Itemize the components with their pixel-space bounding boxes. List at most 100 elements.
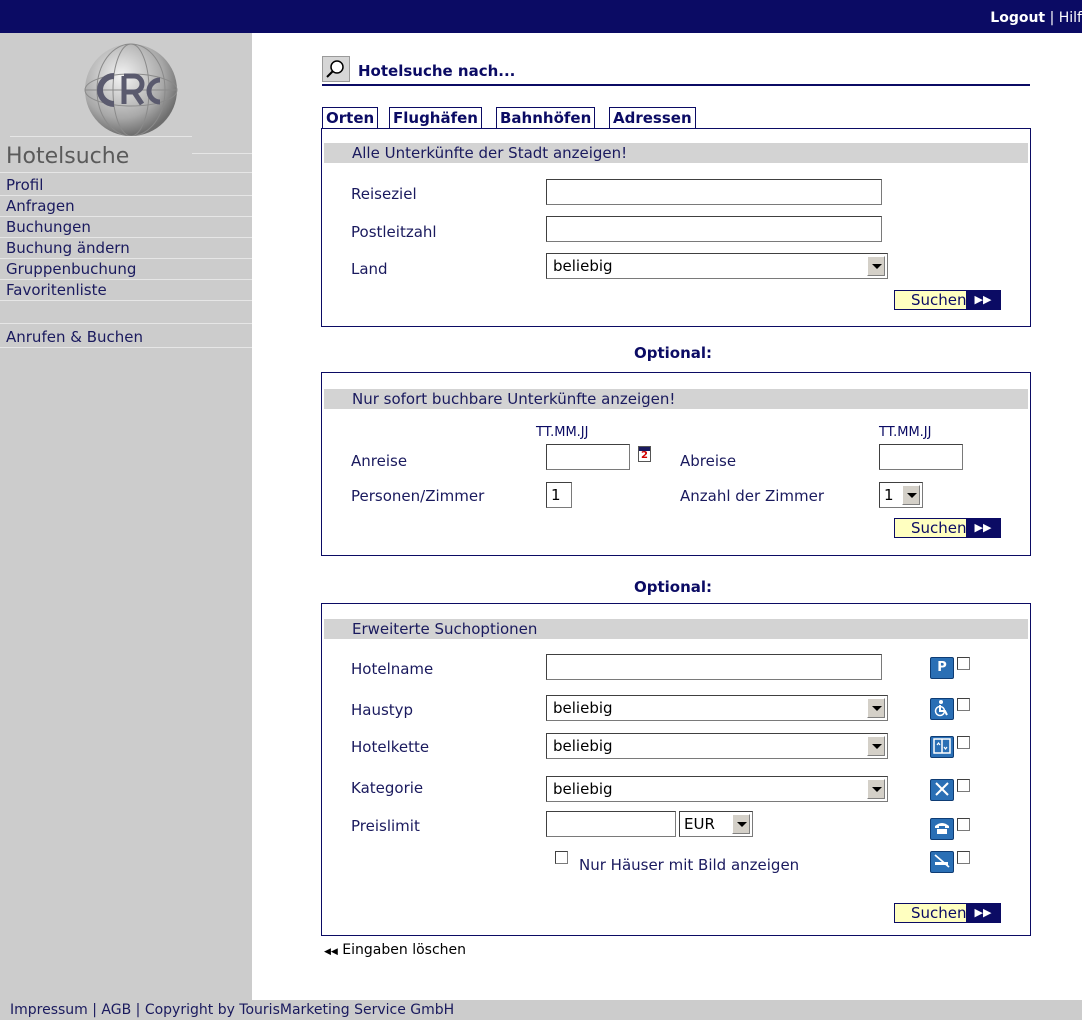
search-button-extended[interactable]: Suchen ▶▶ (894, 903, 1001, 923)
persons-input[interactable] (546, 482, 572, 508)
chevron-down-icon[interactable] (732, 814, 750, 834)
tab-bahnhoefen[interactable]: Bahnhöfen (496, 107, 596, 129)
no-smoking-checkbox[interactable] (957, 851, 970, 864)
fast-forward-icon: ▶▶ (966, 519, 1000, 537)
postleitzahl-input[interactable] (546, 216, 882, 242)
divider (0, 195, 252, 196)
persons-label: Personen/Zimmer (351, 487, 485, 505)
sidebar-item-gruppenbuchung[interactable]: Gruppenbuchung (6, 260, 136, 278)
divider (0, 172, 252, 173)
wheelchair-icon (930, 698, 954, 720)
sidebar-item-anfragen[interactable]: Anfragen (6, 197, 75, 215)
footer: Impressum | AGB | Copyright by TourisMar… (0, 1000, 1082, 1020)
hotelkette-select-value: beliebig (553, 737, 613, 755)
search-header: Hotelsuche nach... (322, 56, 1030, 86)
divider (0, 258, 252, 259)
haustyp-select[interactable]: beliebig (546, 695, 888, 721)
anreise-label: Anreise (351, 452, 408, 470)
photo-only-label: Nur Häuser mit Bild anzeigen (579, 856, 800, 874)
abreise-input[interactable] (879, 444, 963, 470)
restaurant-icon (930, 779, 954, 801)
chevron-down-icon[interactable] (867, 698, 885, 718)
sidebar-item-buchungen[interactable]: Buchungen (6, 218, 91, 236)
calendar-icon-number: 2 (641, 450, 648, 461)
footer-text[interactable]: Impressum | AGB | Copyright by TourisMar… (10, 1002, 454, 1018)
search-button-availability[interactable]: Suchen ▶▶ (894, 518, 1001, 538)
reset-label: Eingaben löschen (342, 942, 466, 958)
preislimit-label: Preislimit (351, 817, 420, 835)
availability-panel: Nur sofort buchbare Unterkünfte anzeigen… (321, 372, 1031, 556)
chevron-down-icon[interactable] (902, 485, 920, 505)
rooms-select-value: 1 (884, 486, 894, 504)
haustyp-select-value: beliebig (553, 699, 613, 717)
sidebar-item-buchung-aendern[interactable]: Buchung ändern (6, 239, 130, 257)
reiseziel-input[interactable] (546, 179, 882, 205)
rooms-label: Anzahl der Zimmer (680, 487, 825, 505)
tab-adressen[interactable]: Adressen (609, 107, 696, 129)
land-select-value: beliebig (553, 257, 613, 275)
sidebar-item-profil[interactable]: Profil (6, 176, 43, 194)
search-button-label: Suchen (911, 904, 967, 922)
wheelchair-checkbox[interactable] (957, 698, 970, 711)
separator: | (1049, 10, 1055, 26)
calendar-icon[interactable]: 2 (638, 446, 651, 462)
telephone-icon (930, 818, 954, 840)
land-label: Land (351, 260, 388, 278)
currency-select-value: EUR (684, 815, 715, 833)
sidebar-item-favoritenliste[interactable]: Favoritenliste (6, 281, 107, 299)
reiseziel-label: Reiseziel (351, 185, 417, 203)
optional-label: Optional: (634, 578, 713, 596)
logo-divider (10, 136, 192, 137)
haustyp-label: Haustyp (351, 701, 414, 719)
photo-only-checkbox[interactable] (555, 851, 568, 864)
divider (0, 237, 252, 238)
abreise-label: Abreise (680, 452, 737, 470)
sidebar-item-anrufen-buchen[interactable]: Anrufen & Buchen (6, 328, 143, 346)
divider (0, 216, 252, 217)
top-bar: Logout | Hilf (0, 0, 1082, 33)
date-format-hint: TT.MM.JJ (879, 425, 932, 440)
extended-panel: Erweiterte Suchoptionen Hotelname Hausty… (321, 603, 1031, 936)
no-smoking-icon (930, 851, 954, 873)
location-panel-heading: Alle Unterkünfte der Stadt anzeigen! (324, 143, 1028, 163)
top-links: Logout | Hilf (990, 10, 1082, 26)
search-button-location[interactable]: Suchen ▶▶ (894, 290, 1001, 310)
availability-panel-heading: Nur sofort buchbare Unterkünfte anzeigen… (324, 389, 1028, 409)
page-title: Hotelsuche nach... (358, 62, 516, 80)
preislimit-input[interactable] (546, 811, 676, 837)
help-link[interactable]: Hilf (1059, 10, 1082, 26)
kategorie-label: Kategorie (351, 779, 424, 797)
chevron-down-icon[interactable] (867, 256, 885, 276)
hotelname-input[interactable] (546, 654, 882, 680)
divider (0, 347, 252, 348)
optional-label: Optional: (634, 344, 713, 362)
location-panel: Alle Unterkünfte der Stadt anzeigen! Rei… (321, 128, 1031, 327)
reset-link[interactable]: ◀◀ Eingaben löschen (324, 942, 466, 958)
search-button-label: Suchen (911, 291, 967, 309)
divider (0, 300, 252, 301)
divider (0, 279, 252, 280)
divider (0, 323, 252, 324)
parking-glyph: P (937, 660, 947, 675)
logout-link[interactable]: Logout (990, 10, 1045, 26)
elevator-checkbox[interactable] (957, 736, 970, 749)
tab-orten[interactable]: Orten (322, 107, 379, 129)
currency-select[interactable]: EUR (679, 811, 753, 837)
chevron-down-icon[interactable] (867, 736, 885, 756)
anreise-input[interactable] (546, 444, 630, 470)
land-select[interactable]: beliebig (546, 253, 888, 279)
rooms-select[interactable]: 1 (879, 482, 923, 508)
hotelkette-select[interactable]: beliebig (546, 733, 888, 759)
tab-flughaefen[interactable]: Flughäfen (389, 107, 482, 129)
postleitzahl-label: Postleitzahl (351, 223, 437, 241)
date-format-hint: TT.MM.JJ (536, 425, 589, 440)
fast-forward-icon: ▶▶ (966, 904, 1000, 922)
extended-panel-heading: Erweiterte Suchoptionen (324, 619, 1028, 639)
kategorie-select[interactable]: beliebig (546, 776, 888, 802)
telephone-checkbox[interactable] (957, 818, 970, 831)
brand-line (192, 153, 252, 154)
parking-checkbox[interactable] (957, 657, 970, 670)
restaurant-checkbox[interactable] (957, 779, 970, 792)
chevron-down-icon[interactable] (867, 779, 885, 799)
hotelname-label: Hotelname (351, 660, 434, 678)
